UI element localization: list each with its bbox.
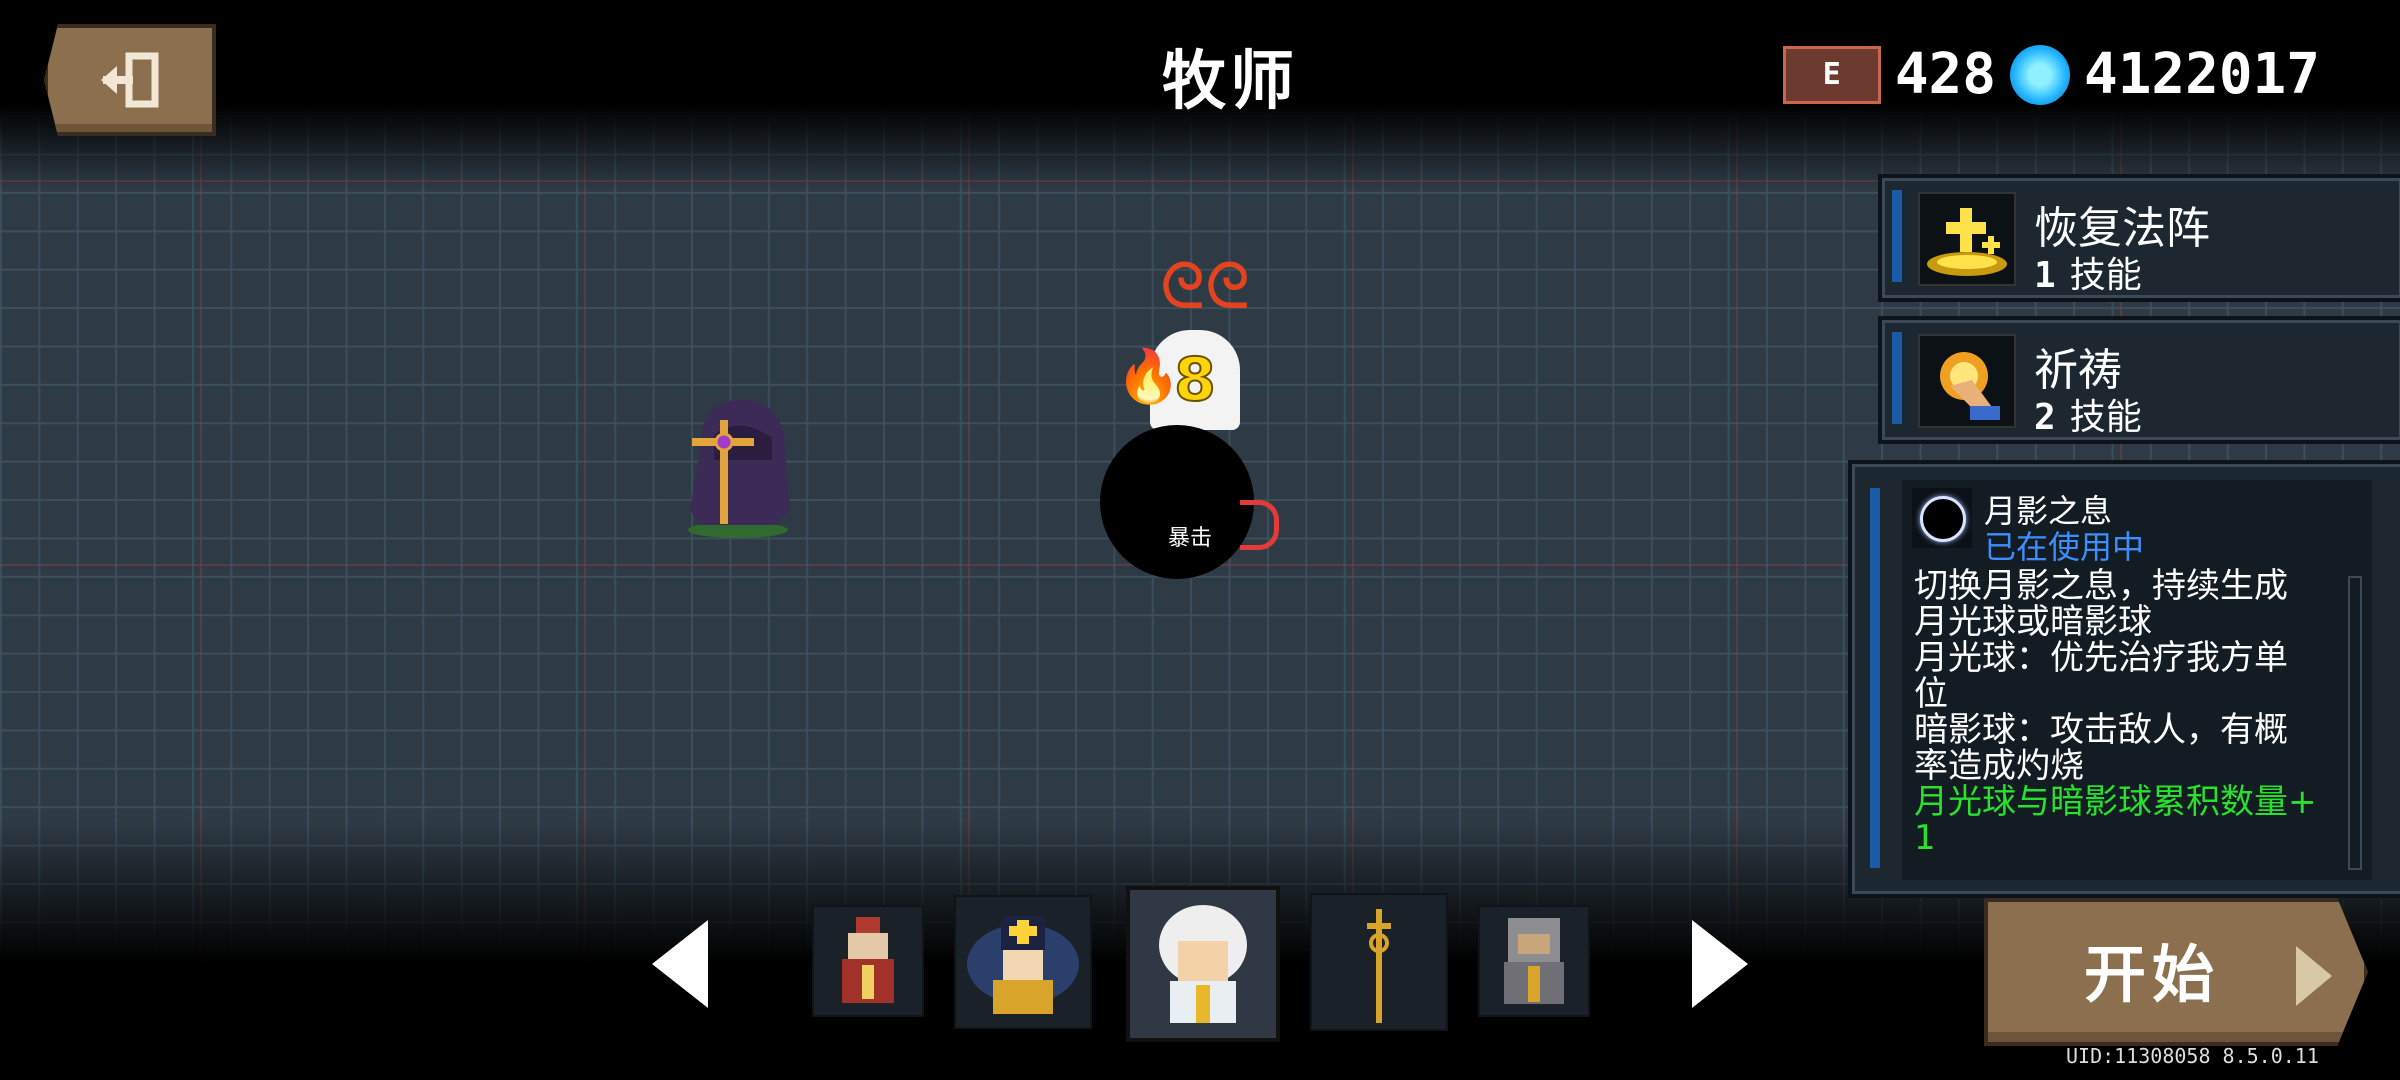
fire-icon: 🔥	[1116, 347, 1181, 407]
coin-icon	[2009, 44, 2070, 105]
detail-description: 切换月影之息，持续生成 月光球或暗影球 月光球：优先治疗我方单 位 暗影球：攻击…	[1914, 568, 2354, 856]
praying-hand-icon	[1918, 334, 2016, 428]
golden-winged-priest-icon	[967, 916, 1079, 1014]
start-button[interactable]: 开始	[1984, 898, 2368, 1046]
coin-count: 4122017	[2083, 42, 2320, 107]
detail-bonus-value: 1	[1914, 818, 1936, 858]
skill-accent	[1892, 332, 1902, 424]
gray-armor-icon	[1504, 918, 1564, 1004]
exit-door-icon	[101, 52, 159, 108]
skill-detail-panel: 月影之息 已在使用中 切换月影之息，持续生成 月光球或暗影球 月光球：优先治疗我…	[1848, 460, 2400, 898]
exit-button[interactable]	[44, 24, 216, 136]
golden-cross-circle-icon	[1918, 192, 2016, 286]
detail-accent	[1870, 488, 1880, 868]
uid-version: UID:11308058 8.5.0.11	[2066, 1044, 2319, 1068]
next-arrow-icon[interactable]	[1692, 920, 1748, 1008]
crit-label: 暴击	[1168, 526, 1213, 551]
detail-scrollbar[interactable]	[2348, 576, 2362, 870]
detail-content[interactable]: 月影之息 已在使用中 切换月影之息，持续生成 月光球或暗影球 月光球：优先治疗我…	[1902, 480, 2372, 880]
moon-orb-icon	[1912, 488, 1972, 548]
page-title: 牧师	[1162, 45, 1298, 119]
skill-card-2[interactable]: 祈祷 2 技能	[1878, 316, 2400, 444]
skin-slot-3-selected[interactable]	[1126, 886, 1280, 1042]
orb-ring	[1240, 500, 1279, 550]
golden-staff-icon	[1367, 909, 1391, 1023]
currency-bar: E 428 4122017	[1782, 42, 2320, 107]
gem-icon: E	[1782, 45, 1881, 104]
start-label: 开始	[2084, 938, 2221, 1011]
detail-bonus: 月光球与暗影球累积数量+	[1914, 782, 2317, 822]
fire-swirl-icon: ᘓᘓ	[1160, 250, 1251, 324]
skin-slot-2[interactable]	[954, 895, 1092, 1029]
shadow-orb	[1100, 425, 1254, 579]
skin-slot-1[interactable]	[812, 905, 924, 1017]
red-priest-icon	[842, 917, 894, 1003]
gem-count: 428	[1894, 42, 1996, 107]
skill-card-1[interactable]: 恢复法阵 1 技能	[1878, 174, 2400, 302]
skill-type: 2 技能	[2034, 397, 2142, 438]
play-arrow-icon	[2296, 946, 2332, 1006]
skill-accent	[1892, 190, 1902, 282]
skin-slot-4[interactable]	[1310, 893, 1448, 1031]
skin-slot-5[interactable]	[1478, 905, 1590, 1017]
detail-status: 已在使用中	[1984, 528, 2145, 566]
white-hair-priest-icon	[1159, 905, 1247, 1023]
enemy-sprite	[688, 400, 790, 538]
prev-arrow-icon[interactable]	[652, 920, 708, 1008]
skill-type: 1 技能	[2034, 255, 2142, 296]
